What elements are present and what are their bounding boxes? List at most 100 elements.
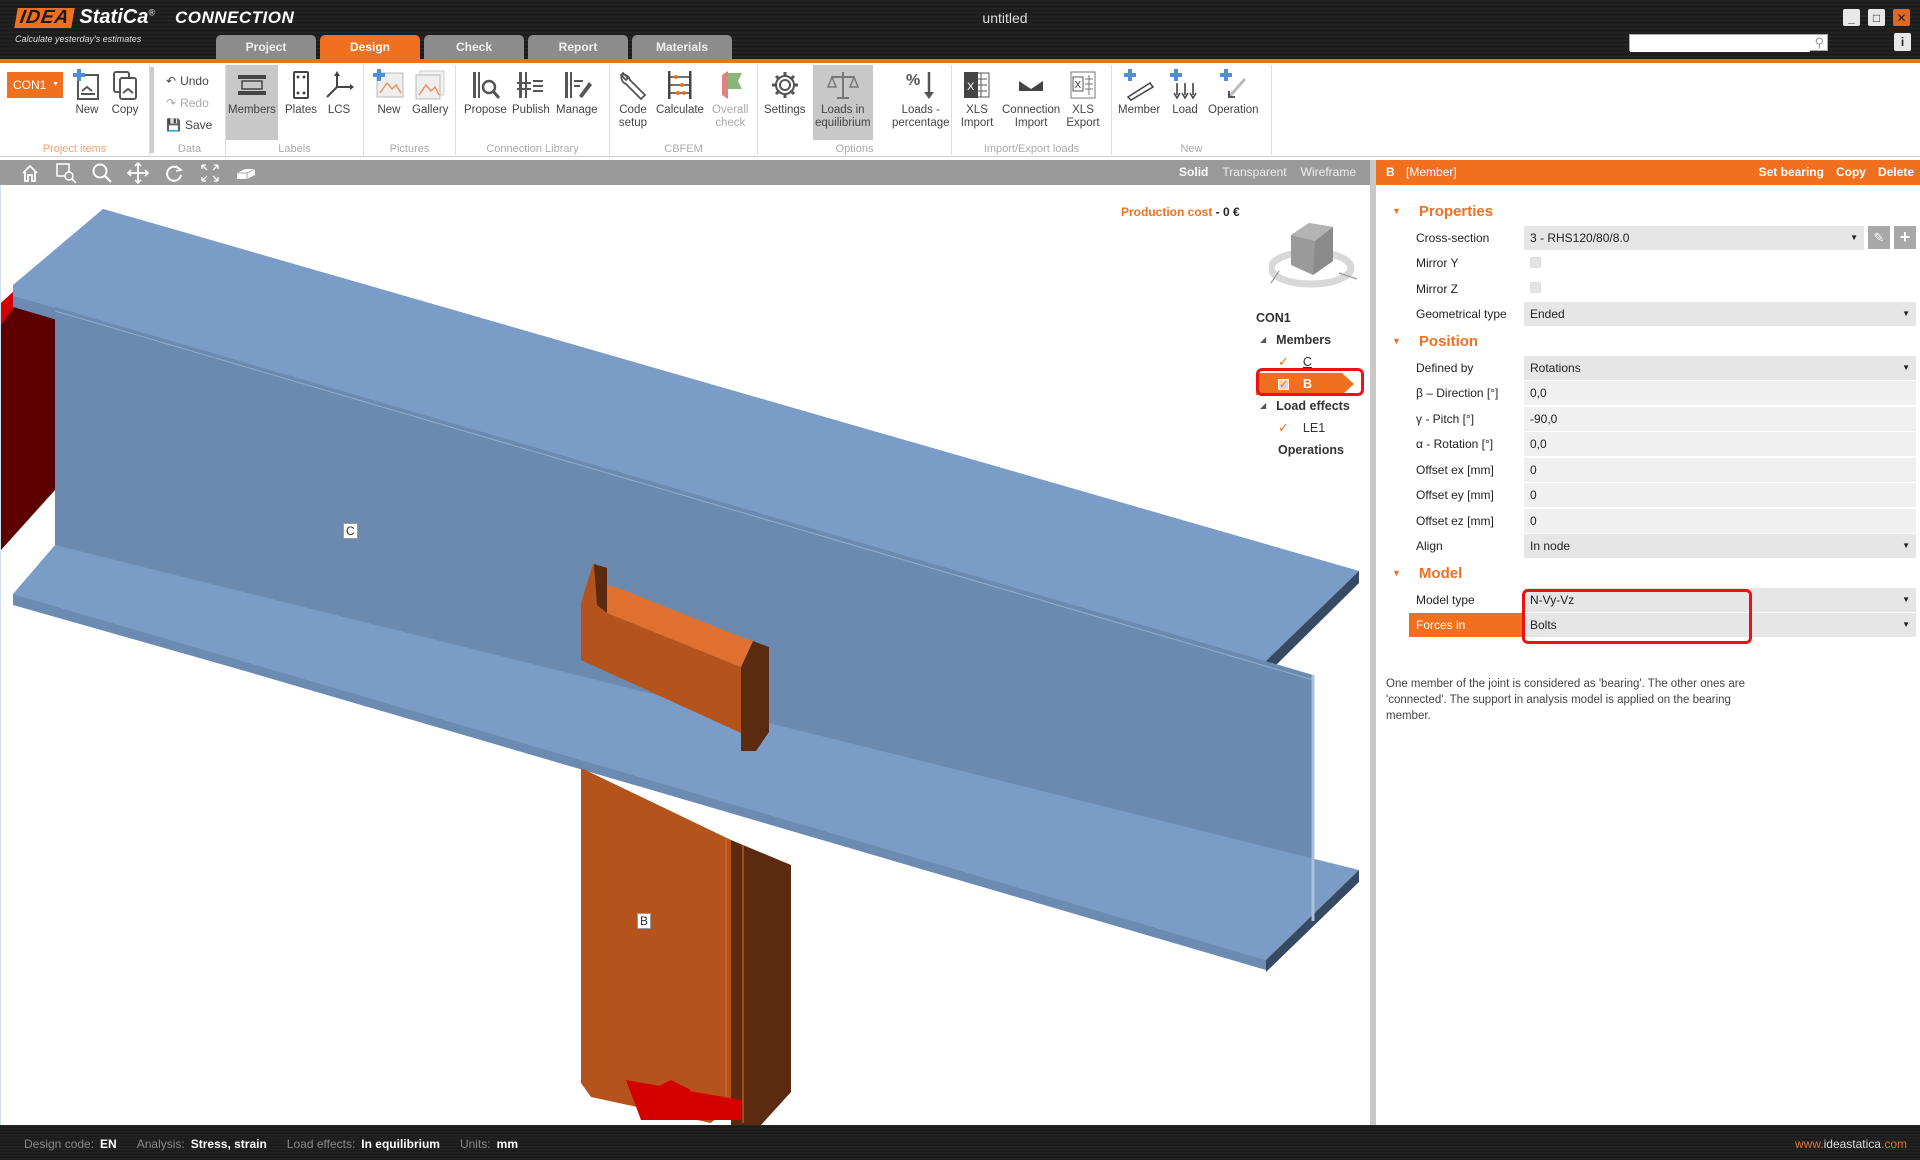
connection-selector[interactable]: CON1 ▼ — [7, 72, 63, 98]
collapse-triangle-icon[interactable]: ◢ — [1260, 329, 1266, 351]
view-cube[interactable] — [1269, 213, 1359, 293]
tab-report[interactable]: Report — [528, 35, 628, 59]
settings-button[interactable]: Settings — [764, 69, 806, 117]
svg-text:X: X — [1075, 80, 1082, 91]
edit-cross-section-button[interactable]: ✎ — [1868, 226, 1890, 249]
offset-ez-input[interactable]: 0 — [1524, 508, 1916, 533]
pan-button[interactable] — [126, 162, 150, 184]
checkmark-icon[interactable]: ✓ — [1278, 351, 1289, 373]
tab-project[interactable]: Project — [216, 35, 316, 59]
overall-check-button[interactable]: Overall check — [712, 69, 748, 130]
lcs-label-toggle[interactable]: LCS — [322, 69, 356, 117]
new-item-button[interactable]: New — [70, 69, 104, 117]
info-button[interactable]: i — [1894, 33, 1911, 51]
offset-ey-input[interactable]: 0 — [1524, 483, 1916, 508]
new-member-label: Member — [1118, 104, 1161, 116]
new-load-label: Load — [1172, 104, 1198, 116]
publish-button[interactable]: Publish — [512, 69, 550, 117]
model-type-select[interactable]: N-Vy-Vz — [1524, 587, 1916, 612]
collapse-triangle-icon[interactable]: ▼ — [1392, 568, 1401, 578]
zoom-window-button[interactable] — [54, 162, 78, 184]
members-label-toggle[interactable]: Members — [226, 65, 278, 140]
tree-root[interactable]: CON1 — [1256, 307, 1350, 329]
checkmark-icon[interactable]: ✓ — [1278, 417, 1289, 439]
gamma-pitch-input[interactable]: -90,0 — [1524, 406, 1916, 431]
tree-item-member-b[interactable]: B — [1256, 373, 1354, 396]
view-cube-button[interactable] — [234, 162, 258, 184]
forces-in-select[interactable]: Bolts — [1524, 613, 1916, 638]
percentage-icon: % — [904, 69, 938, 101]
overall-check-icon — [713, 69, 747, 101]
cross-section-select[interactable]: 3 - RHS120/80/8.0 — [1524, 225, 1864, 250]
new-load-button[interactable]: Load — [1168, 69, 1202, 117]
mirror-y-checkbox[interactable] — [1530, 256, 1541, 268]
new-picture-button[interactable]: New — [372, 69, 406, 117]
home-view-button[interactable] — [18, 162, 42, 184]
manage-button[interactable]: Manage — [556, 69, 598, 117]
search-icon[interactable]: ⚲ — [1814, 35, 1824, 51]
new-member-button[interactable]: Member — [1118, 69, 1160, 117]
plates-label-toggle[interactable]: Plates — [284, 69, 318, 117]
gallery-button[interactable]: Gallery — [412, 69, 448, 117]
rotate-button[interactable] — [162, 162, 186, 184]
align-select[interactable]: In node — [1524, 534, 1916, 559]
zoom-extents-button[interactable] — [198, 162, 222, 184]
status-load-effects: Load effects: In equilibrium — [287, 1137, 440, 1151]
close-button[interactable]: ✕ — [1893, 9, 1910, 26]
offset-ex-input[interactable]: 0 — [1524, 457, 1916, 482]
xls-import-button[interactable]: X XLS Import — [960, 69, 994, 130]
delete-member-button[interactable]: Delete — [1878, 160, 1914, 185]
collapse-triangle-icon[interactable]: ▼ — [1392, 206, 1401, 216]
xls-export-button[interactable]: X XLS Export — [1066, 69, 1100, 130]
save-button[interactable]: 💾 Save — [166, 115, 212, 134]
geometrical-type-select[interactable]: Ended — [1524, 302, 1916, 327]
loads-percentage-button[interactable]: % Loads - percentage — [892, 69, 950, 130]
undo-button[interactable]: ↶ Undo — [166, 71, 212, 90]
group-label-project-items: Project items — [42, 143, 107, 155]
section-header-position[interactable]: ▼ Position — [1376, 327, 1920, 355]
section-header-model[interactable]: ▼ Model — [1376, 559, 1920, 587]
3d-viewport[interactable]: C B Production cost - 0 € CON1 ◢ Members… — [0, 185, 1370, 1125]
tab-check[interactable]: Check — [424, 35, 524, 59]
add-cross-section-button[interactable]: + — [1894, 226, 1916, 249]
tab-design[interactable]: Design — [320, 35, 420, 59]
maximize-button[interactable]: □ — [1868, 9, 1885, 26]
checkbox-icon[interactable] — [1278, 374, 1289, 396]
row-alpha-rotation: α - Rotation [°] 0,0 — [1376, 432, 1920, 458]
collapse-triangle-icon[interactable]: ◢ — [1260, 395, 1266, 417]
zoom-button[interactable] — [90, 162, 114, 184]
calculate-button[interactable]: Calculate — [656, 69, 704, 117]
view-mode-solid[interactable]: Solid — [1179, 165, 1208, 179]
alpha-rotation-input[interactable]: 0,0 — [1524, 432, 1916, 457]
new-item-label: New — [75, 104, 99, 116]
copy-item-button[interactable]: Copy — [108, 69, 142, 117]
section-header-properties[interactable]: ▼ Properties — [1376, 197, 1920, 225]
tree-group-load-effects[interactable]: ◢ Load effects — [1256, 395, 1350, 417]
defined-by-select[interactable]: Rotations — [1524, 355, 1916, 380]
tab-materials[interactable]: Materials — [632, 35, 732, 59]
loads-eq-label-1: Loads in — [821, 104, 865, 116]
mirror-z-checkbox[interactable] — [1530, 282, 1541, 293]
tree-item-member-c[interactable]: ✓ C — [1256, 351, 1350, 373]
connection-import-button[interactable]: Connection Import — [1002, 69, 1060, 130]
view-mode-transparent[interactable]: Transparent — [1222, 165, 1286, 179]
3d-model[interactable] — [1, 185, 1370, 1125]
member-label-c[interactable]: C — [343, 523, 358, 539]
copy-member-button[interactable]: Copy — [1836, 160, 1866, 185]
loads-in-equilibrium-button[interactable]: Loads in equilibrium — [813, 65, 873, 140]
new-operation-button[interactable]: Operation — [1208, 69, 1259, 117]
tree-group-members[interactable]: ◢ Members — [1256, 329, 1350, 351]
collapse-triangle-icon[interactable]: ▼ — [1392, 336, 1401, 346]
search-input[interactable] — [1630, 36, 1810, 52]
tree-group-operations[interactable]: Operations — [1256, 439, 1350, 461]
propose-button[interactable]: Propose — [464, 69, 507, 117]
set-bearing-button[interactable]: Set bearing — [1759, 160, 1824, 185]
view-mode-wireframe[interactable]: Wireframe — [1301, 165, 1356, 179]
website-link[interactable]: www.ideastatica.com — [1795, 1137, 1907, 1151]
beta-direction-input[interactable]: 0,0 — [1524, 381, 1916, 406]
member-label-b[interactable]: B — [637, 913, 652, 929]
tree-item-le1[interactable]: ✓ LE1 — [1256, 417, 1350, 439]
code-setup-button[interactable]: Code setup — [616, 69, 650, 130]
redo-button[interactable]: ↷ Redo — [166, 93, 212, 112]
minimize-button[interactable]: _ — [1843, 9, 1860, 26]
